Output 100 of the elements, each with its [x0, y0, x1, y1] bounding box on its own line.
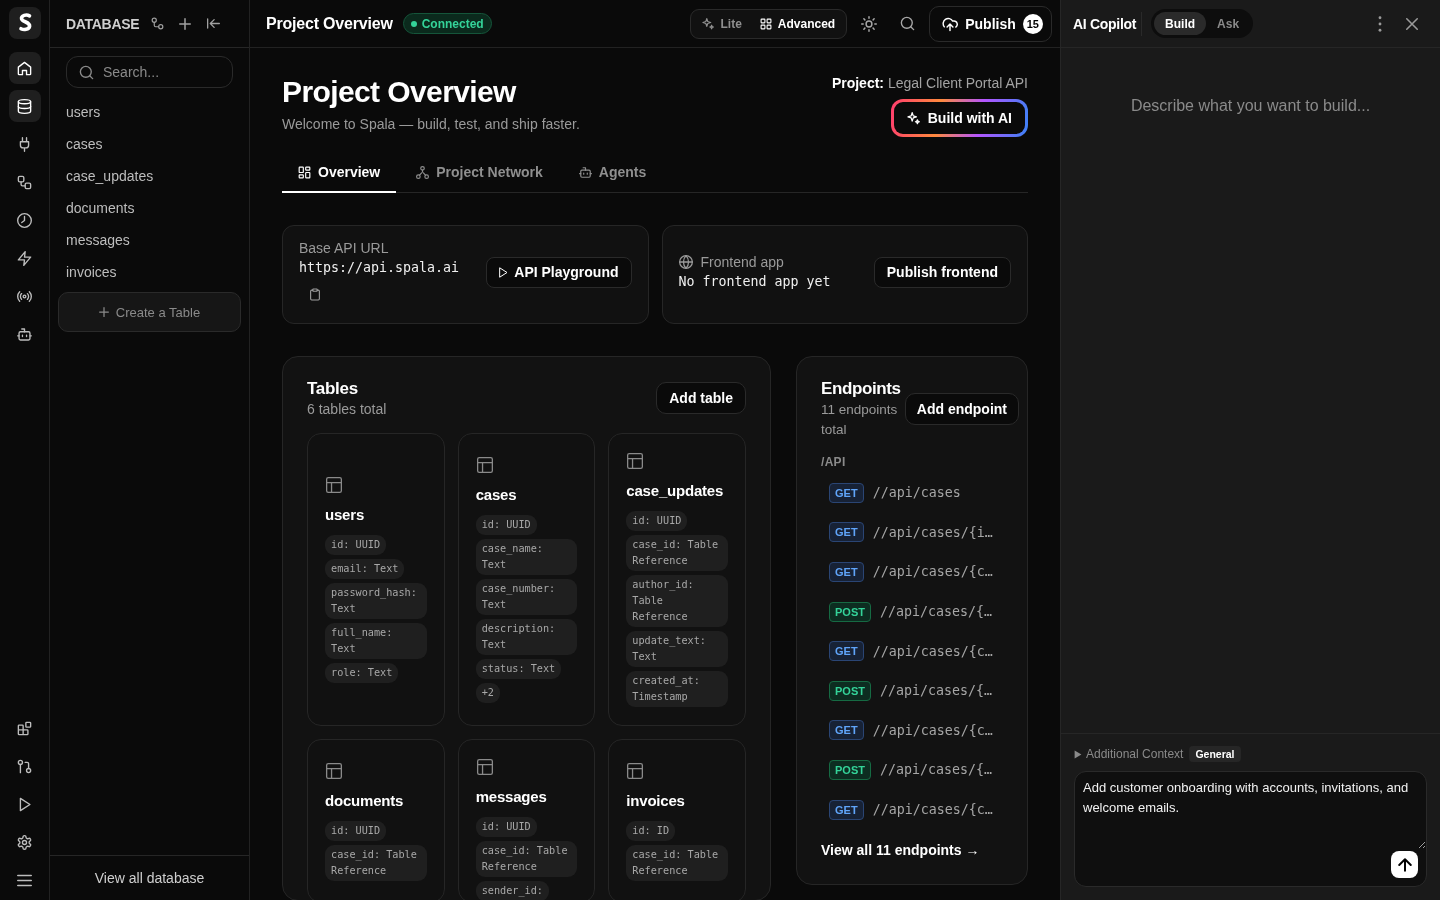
endpoint-path[interactable]: //api/cases/{c…: [872, 643, 993, 659]
table-name: cases: [475, 485, 518, 505]
settings-icon: [17, 834, 32, 850]
context-toggle[interactable]: Additional Context: [1074, 747, 1184, 761]
database-icon: [17, 98, 32, 114]
arrow-up-icon: [1397, 857, 1412, 872]
field-tag: description: Text: [475, 619, 578, 655]
table-card[interactable]: cases id: UUID case_name: Text case_number: Text description: Text status: Text +2: [457, 433, 596, 726]
table-icon: [626, 452, 645, 470]
method-badge: GET: [829, 641, 864, 662]
table-icon: [475, 758, 494, 776]
endpoint-path[interactable]: //api/cases/{…: [879, 762, 993, 778]
sparkle-icon: [906, 111, 920, 125]
add-table-button[interactable]: Add table: [656, 382, 746, 414]
field-tag: status: Text: [475, 659, 562, 679]
search-icon: [899, 16, 915, 31]
table-name: case_updates: [626, 481, 725, 501]
table-card[interactable]: invoices id: ID case_id: Table Reference: [608, 739, 746, 900]
page-title: Project Overview: [266, 14, 393, 33]
view-all-endpoints-link[interactable]: View all 11 endpoints →: [821, 840, 980, 861]
cloud-upload-icon: [942, 15, 959, 32]
plus-icon: [179, 17, 192, 30]
section-title: Endpoints: [821, 378, 902, 400]
endpoint-path[interactable]: //api/cases/{c…: [872, 564, 993, 580]
field-tag: id: UUID: [475, 515, 537, 535]
panel-title: AI Copilot: [1073, 15, 1137, 32]
mode-option[interactable]: Advanced: [751, 10, 844, 37]
field-tag: sender_id:: [475, 881, 549, 900]
field-tag: case_number: Text: [475, 579, 578, 615]
method-badge: GET: [829, 799, 864, 820]
table-list-item[interactable]: users: [58, 96, 241, 128]
endpoint-path[interactable]: //api/cases/{c…: [872, 722, 993, 738]
context-tag: General: [1189, 746, 1241, 762]
publish-frontend-button[interactable]: Publish frontend: [873, 256, 1011, 288]
table-icon: [475, 456, 494, 474]
endpoint-path[interactable]: //api/cases/{…: [879, 604, 993, 620]
prompt-field[interactable]: Add customer onboarding with accounts, invitations, and welcome emails.: [1074, 771, 1427, 887]
endpoint-path[interactable]: //api/cases/{i…: [872, 524, 993, 540]
table-card[interactable]: case_updates id: UUID case_id: Table Reference author_id: Table Reference update_text: Text created_at: Timestamp: [608, 433, 746, 726]
table-card[interactable]: documents id: UUID case_id: Table Reference: [307, 739, 445, 900]
search-icon: [79, 64, 94, 80]
table-name: invoices: [626, 790, 686, 811]
publish-button[interactable]: Publish 15: [929, 5, 1052, 42]
card-label: Base API URL: [299, 239, 389, 258]
page-heading: Project Overview: [282, 74, 518, 110]
tab[interactable]: Agents: [562, 153, 663, 193]
search-field[interactable]: Search...: [66, 56, 233, 88]
mode-option[interactable]: Lite: [694, 10, 750, 37]
field-tag: id: UUID: [626, 511, 688, 531]
prompt-input[interactable]: Add customer onboarding with accounts, invitations, and welcome emails.: [1075, 772, 1426, 849]
endpoint-path[interactable]: //api/cases/{…: [879, 683, 993, 699]
rail-button[interactable]: [8, 52, 41, 84]
create-table-button[interactable]: Create a Table: [58, 292, 241, 332]
endpoint-path[interactable]: //api/cases/{c…: [872, 802, 993, 818]
linked-circles-icon: [150, 17, 164, 30]
table-icon: [325, 761, 343, 780]
blocks-icon: [17, 720, 32, 736]
search-input[interactable]: Search...: [103, 64, 220, 80]
table-card[interactable]: messages id: UUID case_id: Table Reference sender_id:: [457, 739, 596, 900]
table-list-item[interactable]: invoices: [58, 256, 241, 288]
page-subtitle: Welcome to Spala — build, test, and ship faster.: [282, 115, 580, 134]
robot-icon: [17, 326, 32, 342]
table-card[interactable]: users id: UUID email: Text password_hash: Text full_name: Text role: Text: [307, 433, 445, 726]
method-badge: POST: [829, 601, 871, 622]
robot-icon: [578, 165, 592, 179]
send-button[interactable]: [1391, 851, 1418, 878]
table-list-item[interactable]: case_updates: [58, 160, 241, 192]
api-playground-button[interactable]: API Playground: [486, 256, 632, 288]
more-fields-tag: +2: [475, 683, 500, 703]
mode-option[interactable]: Build: [1154, 12, 1207, 35]
view-all-link[interactable]: View all database: [94, 870, 205, 886]
sparkle-icon: [702, 17, 715, 30]
field-tag: email: Text: [325, 559, 405, 579]
method-badge: GET: [829, 562, 864, 582]
menu-icon: [17, 872, 32, 888]
branch-icon: [17, 758, 32, 774]
home-icon: [17, 60, 32, 76]
network-icon: [416, 165, 430, 179]
plus-icon: [98, 307, 109, 317]
table-name: messages: [475, 787, 548, 807]
tab[interactable]: Overview: [282, 153, 397, 193]
add-endpoint-button[interactable]: Add endpoint: [904, 393, 1019, 425]
mode-option[interactable]: Ask: [1206, 12, 1251, 35]
field-tag: id: UUID: [325, 535, 387, 555]
rail-button[interactable]: [8, 90, 41, 122]
field-tag: case_id: Table Reference: [325, 844, 427, 881]
method-badge: GET: [829, 720, 864, 741]
field-tag: case_id: Table Reference: [626, 844, 728, 881]
lightning-icon: [17, 250, 32, 266]
table-list-item[interactable]: cases: [58, 128, 241, 160]
endpoint-path[interactable]: //api/cases: [872, 485, 961, 501]
status-badge: Connected: [402, 13, 492, 34]
table-list-item[interactable]: messages: [58, 224, 241, 256]
field-tag: author_id: Table Reference: [626, 575, 728, 627]
tab[interactable]: Project Network: [400, 153, 559, 193]
method-badge: GET: [829, 522, 864, 543]
field-tag: full_name: Text: [325, 623, 427, 659]
table-list-item[interactable]: documents: [58, 192, 241, 224]
table-icon: [626, 761, 645, 780]
field-tag: id: ID: [626, 820, 676, 841]
